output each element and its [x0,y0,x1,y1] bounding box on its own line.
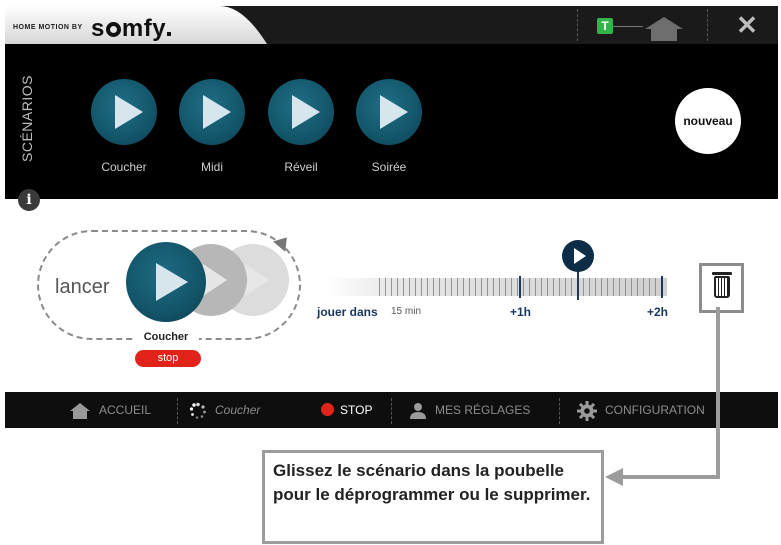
titlebar-controls: T ✕ [577,9,775,41]
somfy-app-window: HOME MOTION BY s mfy T ✕ SCÉNARIOS Couche… [5,6,778,428]
scenarios-section-label: SCÉNARIOS [19,75,35,162]
title-bar: HOME MOTION BY s mfy T ✕ [5,6,778,44]
trash-icon [714,276,730,298]
bottom-nav-bar: ACCUEIL Coucher STOP MES RÉGLAGES CONFIG… [5,392,778,428]
timeline-ticks [379,278,665,296]
nav-mes-reglages[interactable]: MES RÉGLAGES [409,392,530,428]
min-label: 15 min [391,306,422,317]
divider [577,9,579,41]
play-icon[interactable] [356,79,422,145]
trash-lid [712,272,732,275]
launch-play-button[interactable] [126,242,206,322]
schedule-timeline[interactable] [327,276,667,298]
play-icon [574,248,586,264]
nav-configuration[interactable]: CONFIGURATION [577,392,705,428]
callout-connector [620,475,720,479]
info-icon[interactable]: i [18,189,40,211]
play-icon[interactable] [91,79,157,145]
play-icon[interactable] [268,79,334,145]
nav-stop-button[interactable]: STOP [321,392,372,428]
spinner-icon [189,402,206,419]
scenario-label: Soirée [371,160,407,174]
user-icon [410,402,426,419]
nav-label: STOP [340,403,373,417]
help-callout: Glissez le scénario dans la poubelle pou… [262,450,604,544]
scenario-reveil[interactable]: Réveil [261,79,341,174]
scenario-label: Réveil [284,160,318,174]
play-icon[interactable] [179,79,245,145]
scenario-label: Midi [200,160,223,174]
timeline-major-tick [661,276,663,298]
launch-scenario-name: Coucher [133,331,199,343]
callout-connector [716,307,720,479]
divider [559,398,560,424]
nav-label: Coucher [215,403,261,417]
play-in-label: jouer dans [317,305,378,319]
plus-2h-label: +2h [647,305,669,319]
scenario-coucher[interactable]: Coucher [84,79,164,174]
divider [391,398,392,424]
timeline-cursor-handle[interactable] [562,240,594,272]
nav-current-scenario[interactable]: Coucher [189,392,260,428]
nav-label: CONFIGURATION [605,403,705,417]
trash-dropzone[interactable] [699,263,744,313]
stop-dot-icon [321,403,334,416]
nav-label: MES RÉGLAGES [435,403,531,417]
stop-button[interactable]: stop [135,350,201,367]
nav-label: ACCUEIL [99,403,152,417]
connector-line [613,26,643,27]
divider [177,398,178,424]
scenario-label: Coucher [101,160,147,174]
callout-arrowhead [605,468,623,486]
plus-1h-label: +1h [510,305,532,319]
brand-prefix: HOME MOTION BY [13,24,83,31]
scenario-midi[interactable]: Midi [172,79,252,174]
new-scenario-button[interactable]: nouveau [675,88,741,154]
scenario-soiree[interactable]: Soirée [349,79,429,174]
close-icon[interactable]: ✕ [735,12,759,38]
home-icon[interactable] [643,15,685,41]
home-icon [70,402,90,419]
somfy-logo: s mfy [91,15,172,43]
launch-label: lancer [55,276,110,298]
callout-text: Glissez le scénario dans la poubelle pou… [273,461,591,504]
nav-accueil[interactable]: ACCUEIL [69,392,151,428]
divider [707,9,709,41]
timeline-major-tick [519,276,521,298]
gear-icon [577,400,597,421]
t-badge-icon[interactable]: T [597,18,613,34]
scenarios-bar: SCÉNARIOS Coucher Midi Réveil Soirée nou… [5,44,778,199]
